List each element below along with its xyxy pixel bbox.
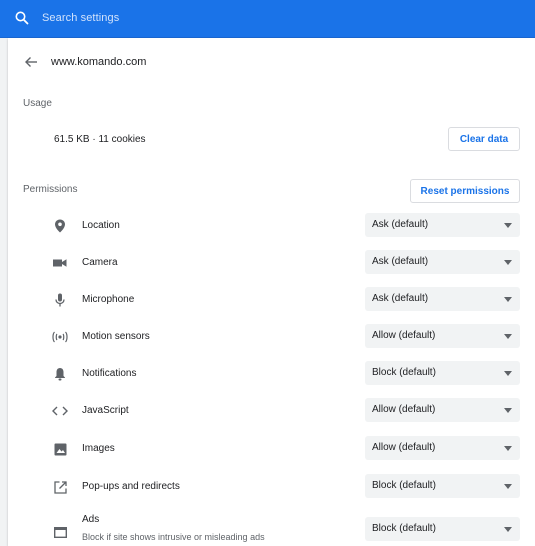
chevron-down-icon [504,260,512,265]
images-select[interactable]: Allow (default) [365,436,520,460]
permission-row-javascript: JavaScript Allow (default) [8,392,535,429]
select-value: Block (default) [372,367,436,378]
select-value: Allow (default) [372,330,436,341]
top-bar: Search settings [0,0,535,38]
permission-row-images: Images Allow (default) [8,430,535,467]
ads-select[interactable]: Block (default) [365,517,520,541]
javascript-select[interactable]: Allow (default) [365,398,520,422]
permission-row-microphone: Microphone Ask (default) [8,281,535,318]
usage-value: 61.5 KB · 11 cookies [54,134,146,145]
motion-sensors-select[interactable]: Allow (default) [365,324,520,348]
popups-select[interactable]: Block (default) [365,474,520,498]
select-value: Ask (default) [372,293,429,304]
reset-permissions-button[interactable]: Reset permissions [410,179,520,203]
notifications-select[interactable]: Block (default) [365,361,520,385]
permission-label: Location [82,220,120,231]
select-value: Allow (default) [372,404,436,415]
chevron-down-icon [504,446,512,451]
chevron-down-icon [504,223,512,228]
site-settings-card: www.komando.com Usage 61.5 KB · 11 cooki… [8,38,535,546]
permission-label: Ads [82,514,100,525]
ads-window-icon [52,524,68,540]
permission-label: Motion sensors [82,331,150,342]
permission-label: JavaScript [82,405,129,416]
microphone-icon [52,292,68,308]
clear-data-button[interactable]: Clear data [448,127,520,151]
permission-label: Images [82,443,115,454]
chevron-down-icon [504,408,512,413]
chevron-down-icon [504,484,512,489]
permission-sublabel: Block if site shows intrusive or mislead… [82,532,265,542]
open-in-new-icon [52,479,68,495]
select-value: Allow (default) [372,442,436,453]
camera-icon [52,255,68,271]
permission-label: Microphone [82,294,135,305]
select-value: Ask (default) [372,219,429,230]
location-select[interactable]: Ask (default) [365,213,520,237]
chevron-down-icon [504,297,512,302]
usage-heading: Usage [23,98,52,109]
chevron-down-icon [504,527,512,532]
permission-row-motion-sensors: Motion sensors Allow (default) [8,318,535,355]
permissions-heading: Permissions [23,184,78,195]
search-input[interactable]: Search settings [42,12,119,24]
camera-select[interactable]: Ask (default) [365,250,520,274]
permission-row-location: Location Ask (default) [8,207,535,244]
code-icon [52,403,68,419]
microphone-select[interactable]: Ask (default) [365,287,520,311]
motion-sensors-icon [52,329,68,345]
location-pin-icon [52,218,68,234]
permission-label: Notifications [82,368,137,379]
image-icon [52,441,68,457]
back-arrow-icon[interactable] [24,55,38,69]
permission-row-popups: Pop-ups and redirects Block (default) [8,468,535,505]
permission-label: Camera [82,257,118,268]
chevron-down-icon [504,334,512,339]
select-value: Block (default) [372,480,436,491]
select-value: Ask (default) [372,256,429,267]
permission-label: Pop-ups and redirects [82,481,180,492]
chevron-down-icon [504,371,512,376]
bell-icon [52,366,68,382]
search-icon[interactable] [14,10,30,26]
page-title: www.komando.com [51,56,147,68]
permission-row-notifications: Notifications Block (default) [8,355,535,392]
select-value: Block (default) [372,523,436,534]
permission-row-camera: Camera Ask (default) [8,244,535,281]
permission-row-ads: Ads Block if site shows intrusive or mis… [8,510,535,546]
